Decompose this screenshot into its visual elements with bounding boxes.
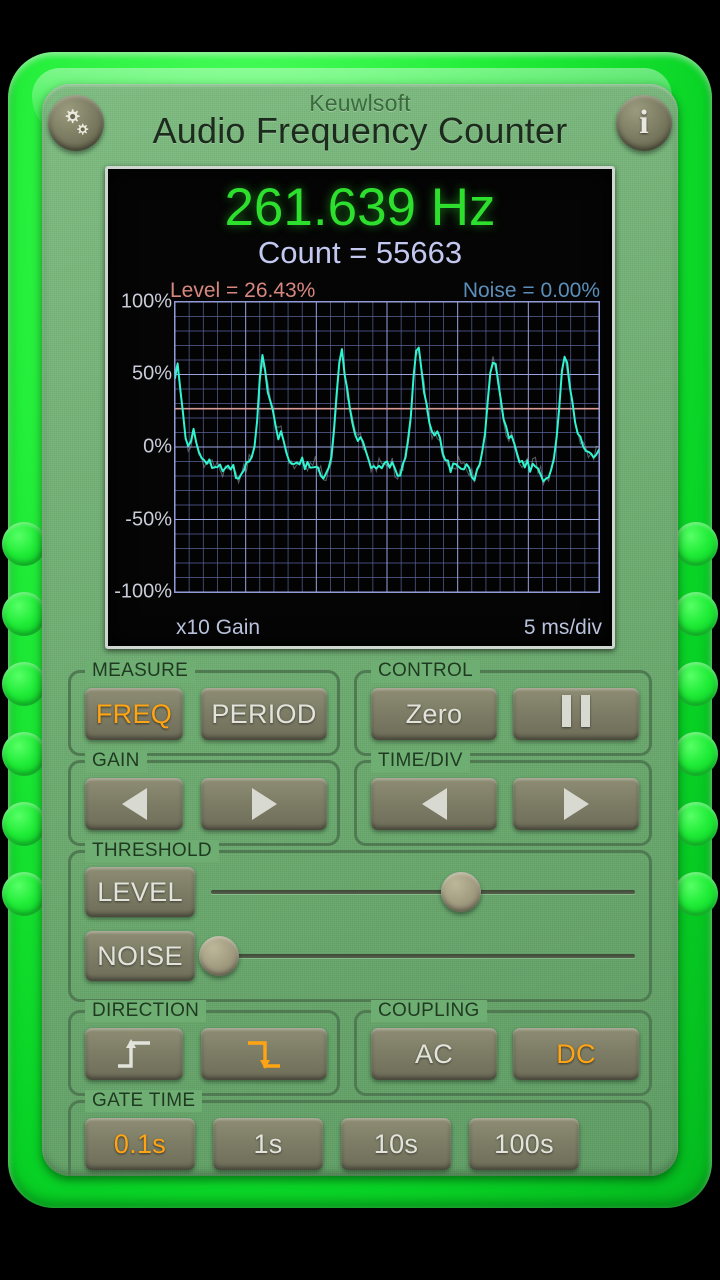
- timediv-group: TIME/DIV: [354, 750, 652, 846]
- gate-time-group: GATE TIME 0.1s 1s 10s 100s: [68, 1090, 652, 1176]
- gain-decrease-button[interactable]: [85, 778, 183, 830]
- gain-group-label: GAIN: [85, 750, 147, 772]
- grip-lobe: [2, 662, 46, 706]
- gain-indicator: x10 Gain: [176, 616, 261, 639]
- measure-group-label: MEASURE: [85, 660, 196, 682]
- grip-lobe: [674, 662, 718, 706]
- noise-slider-track[interactable]: [211, 954, 635, 958]
- y-axis: 100% 50% 0% -50% -100%: [108, 291, 174, 603]
- measure-period-button[interactable]: PERIOD: [201, 688, 327, 740]
- direction-group-label: DIRECTION: [85, 1000, 207, 1022]
- triangle-right-icon: [251, 788, 277, 820]
- timebase-indicator: 5 ms/div: [523, 616, 602, 639]
- level-slider-track[interactable]: [211, 890, 635, 894]
- gate-time-1s-button[interactable]: 1s: [213, 1118, 323, 1170]
- app-header: Keuwlsoft Audio Frequency Counter i: [42, 84, 678, 170]
- grip-lobe: [2, 802, 46, 846]
- grip-lobe: [2, 872, 46, 916]
- direction-group: DIRECTION: [68, 1000, 340, 1096]
- app-root: Keuwlsoft Audio Frequency Counter i 261.…: [0, 0, 720, 1280]
- y-tick: -50%: [125, 508, 172, 531]
- y-tick: 50%: [131, 362, 172, 385]
- zero-button[interactable]: Zero: [371, 688, 497, 740]
- device-faceplate: Keuwlsoft Audio Frequency Counter i 261.…: [42, 84, 678, 1176]
- pause-icon: [557, 694, 595, 734]
- y-tick: 100%: [120, 290, 172, 313]
- threshold-noise-button[interactable]: NOISE: [85, 931, 195, 981]
- grip-lobe: [674, 802, 718, 846]
- count-readout: Count = 55663: [257, 235, 463, 270]
- direction-rising-button[interactable]: [85, 1028, 183, 1080]
- gate-time-group-label: GATE TIME: [85, 1090, 203, 1112]
- coupling-group-label: COUPLING: [371, 1000, 487, 1022]
- grip-lobe: [2, 522, 46, 566]
- noise-slider-thumb[interactable]: [199, 936, 240, 976]
- frequency-readout: 261.639 Hz: [224, 178, 496, 237]
- grip-lobe: [674, 872, 718, 916]
- rising-edge-icon: [118, 1039, 150, 1068]
- coupling-ac-button[interactable]: AC: [371, 1028, 497, 1080]
- waveform-plot: [174, 301, 600, 593]
- grip-lobe: [2, 732, 46, 776]
- triangle-left-icon: [121, 788, 147, 820]
- timediv-group-label: TIME/DIV: [371, 750, 470, 772]
- triangle-left-icon: [421, 788, 447, 820]
- measure-group: MEASURE FREQ PERIOD: [68, 660, 340, 756]
- grip-lobe: [674, 522, 718, 566]
- timediv-decrease-button[interactable]: [371, 778, 497, 830]
- y-tick: -100%: [114, 580, 172, 603]
- threshold-group-label: THRESHOLD: [85, 840, 219, 862]
- control-group: CONTROL Zero: [354, 660, 652, 756]
- direction-falling-button[interactable]: [201, 1028, 327, 1080]
- threshold-level-button[interactable]: LEVEL: [85, 867, 195, 917]
- triangle-right-icon: [563, 788, 589, 820]
- gate-time-100s-button[interactable]: 100s: [469, 1118, 579, 1170]
- waveform-svg: [175, 302, 599, 592]
- falling-edge-icon: [248, 1041, 280, 1069]
- gain-group: GAIN: [68, 750, 340, 846]
- gain-increase-button[interactable]: [201, 778, 327, 830]
- threshold-group: THRESHOLD LEVEL NOISE: [68, 840, 652, 1002]
- level-readout: Level = 26.43%: [170, 279, 316, 302]
- control-group-label: CONTROL: [371, 660, 480, 682]
- coupling-group: COUPLING AC DC: [354, 1000, 652, 1096]
- grip-lobe: [674, 592, 718, 636]
- gate-time-0_1s-button[interactable]: 0.1s: [85, 1118, 195, 1170]
- page-title: Audio Frequency Counter: [152, 110, 568, 151]
- info-icon: i: [639, 104, 649, 141]
- coupling-dc-button[interactable]: DC: [513, 1028, 639, 1080]
- grip-lobe: [674, 732, 718, 776]
- info-button[interactable]: i: [616, 95, 672, 151]
- measure-freq-button[interactable]: FREQ: [85, 688, 183, 740]
- timediv-increase-button[interactable]: [513, 778, 639, 830]
- pause-button[interactable]: [513, 688, 639, 740]
- grip-lobe: [2, 592, 46, 636]
- noise-readout: Noise = 0.00%: [462, 279, 600, 302]
- level-slider-thumb[interactable]: [441, 872, 482, 912]
- gate-time-10s-button[interactable]: 10s: [341, 1118, 451, 1170]
- y-tick: 0%: [143, 435, 172, 458]
- oscilloscope-display[interactable]: 261.639 Hz Count = 55663 Level = 26.43% …: [105, 166, 615, 649]
